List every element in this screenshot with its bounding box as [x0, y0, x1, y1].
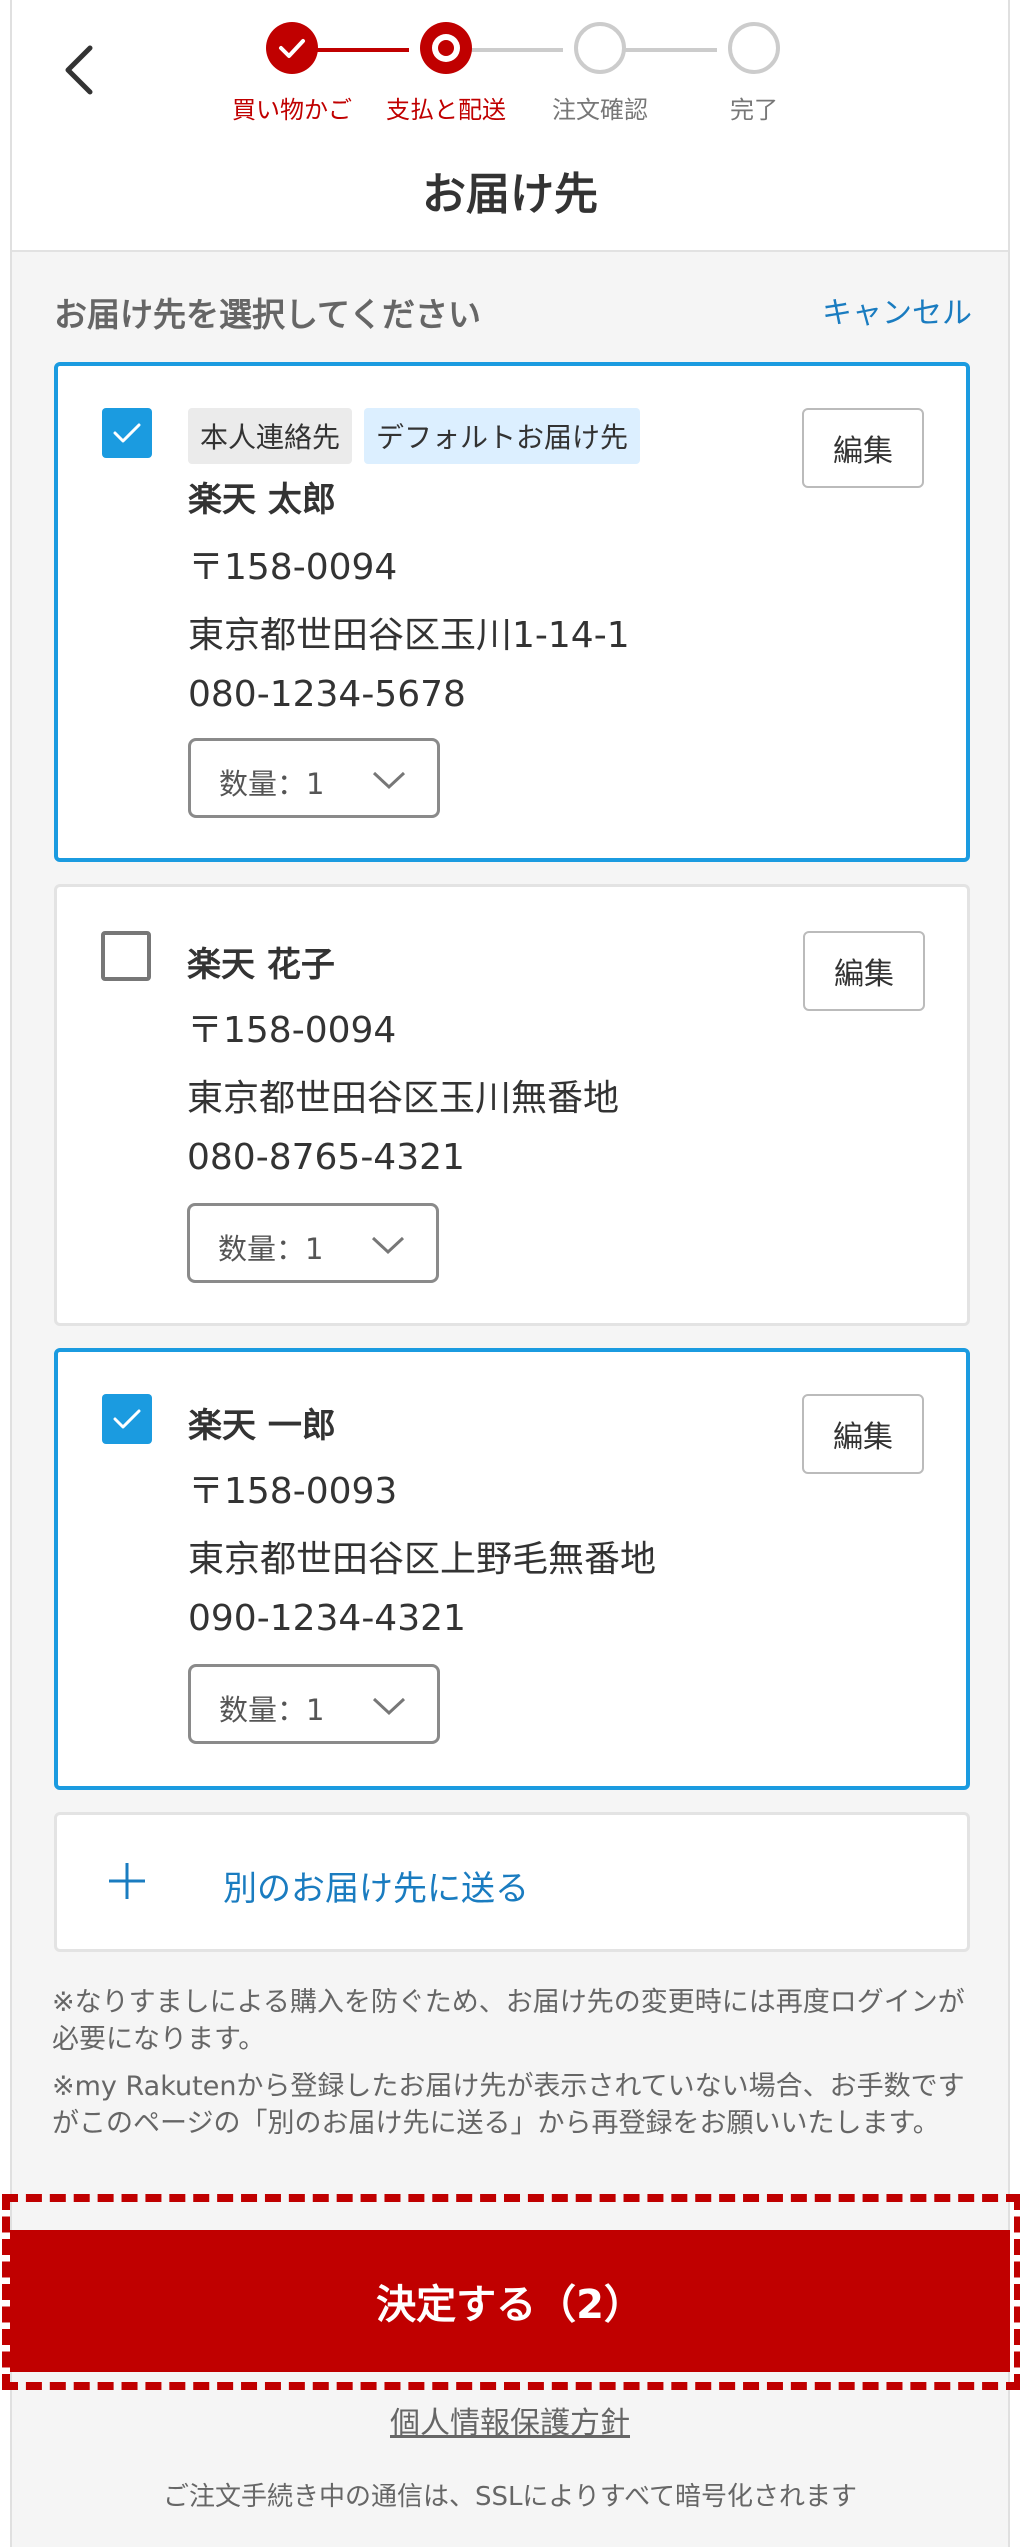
section-heading: お届け先を選択してください: [54, 295, 482, 334]
add-address-button[interactable]: 別のお届け先に送る: [54, 1812, 970, 1952]
step-connector: [611, 48, 717, 52]
address-card[interactable]: 楽天 一郎 〒158-0093 東京都世田谷区上野毛無番地 090-1234-4…: [54, 1348, 970, 1790]
postal-code: 〒158-0094: [188, 547, 398, 588]
checkbox-checked-icon[interactable]: [102, 408, 152, 458]
postal-code: 〒158-0093: [188, 1471, 398, 1512]
step-1-done-icon: [266, 22, 318, 74]
street-address: 東京都世田谷区上野毛無番地: [188, 1539, 657, 1580]
quantity-value: 数量：1: [219, 767, 325, 801]
page-title: お届け先: [422, 169, 598, 220]
add-address-label: 別のお届け先に送る: [223, 1869, 529, 1909]
tag-default-address: デフォルトお届け先: [364, 408, 641, 464]
step-2-current-icon: [420, 22, 472, 74]
address-tags: 本人連絡先 デフォルトお届け先: [188, 408, 641, 464]
recipient-name: 楽天 一郎: [188, 1406, 336, 1446]
step-4-icon: [728, 22, 780, 74]
step-label: 完了: [730, 96, 778, 124]
step-connector: [457, 48, 563, 52]
progress-stepper: 買い物かご 支払と配送 注文確認 完了: [12, 22, 1008, 132]
edit-button[interactable]: 編集: [802, 1394, 924, 1474]
quantity-value: 数量：1: [218, 1232, 324, 1266]
note-relogin: ※なりすましによる購入を防ぐため、お届け先の変更時には再度ログインが必要になりま…: [52, 1987, 965, 2055]
step-label: 注文確認: [552, 96, 648, 124]
tag-self-contact: 本人連絡先: [188, 408, 353, 464]
step-connector: [303, 48, 409, 52]
edit-button[interactable]: 編集: [803, 931, 925, 1011]
phone-number: 080-1234-5678: [188, 674, 466, 715]
address-card[interactable]: 本人連絡先 デフォルトお届け先 楽天 太郎 〒158-0094 東京都世田谷区玉…: [54, 362, 970, 862]
address-card[interactable]: 楽天 花子 〒158-0094 東京都世田谷区玉川無番地 080-8765-43…: [54, 884, 970, 1326]
chevron-down-icon: [372, 771, 406, 790]
postal-code: 〒158-0094: [187, 1010, 397, 1051]
phone-number: 090-1234-4321: [188, 1598, 466, 1639]
page-frame: 買い物かご 支払と配送 注文確認 完了 お届け先 お届け先を選択してください キ…: [2, 0, 1020, 2547]
step-3-icon: [574, 22, 626, 74]
quantity-value: 数量：1: [219, 1693, 325, 1727]
chevron-down-icon: [371, 1236, 405, 1255]
quantity-select[interactable]: 数量：1: [188, 738, 440, 818]
confirm-highlight: 決定する（2）: [2, 2194, 1020, 2390]
cancel-link[interactable]: キャンセル: [822, 288, 972, 332]
edit-button[interactable]: 編集: [802, 408, 924, 488]
phone-number: 080-8765-4321: [187, 1137, 465, 1178]
street-address: 東京都世田谷区玉川1-14-1: [188, 615, 630, 656]
header: 買い物かご 支払と配送 注文確認 完了 お届け先: [12, 0, 1008, 252]
checkbox-unchecked-icon[interactable]: [101, 931, 151, 981]
plus-icon: [109, 1863, 145, 1899]
privacy-policy-link[interactable]: 個人情報保護方針: [12, 2398, 1008, 2442]
step-label: 支払と配送: [386, 96, 506, 124]
quantity-select[interactable]: 数量：1: [187, 1203, 439, 1283]
chevron-down-icon: [372, 1697, 406, 1716]
quantity-select[interactable]: 数量：1: [188, 1664, 440, 1744]
recipient-name: 楽天 太郎: [188, 480, 336, 520]
street-address: 東京都世田谷区玉川無番地: [187, 1078, 620, 1119]
confirm-button[interactable]: 決定する（2）: [10, 2230, 1010, 2372]
recipient-name: 楽天 花子: [187, 945, 335, 985]
step-label: 買い物かご: [232, 96, 352, 124]
ssl-notice: ご注文手続き中の通信は、SSLによりすべて暗号化されます: [162, 2482, 858, 2512]
checkbox-checked-icon[interactable]: [102, 1394, 152, 1444]
note-reregister: ※my Rakutenから登録したお届け先が表示されていない場合、お手数ですがこ…: [52, 2071, 965, 2139]
